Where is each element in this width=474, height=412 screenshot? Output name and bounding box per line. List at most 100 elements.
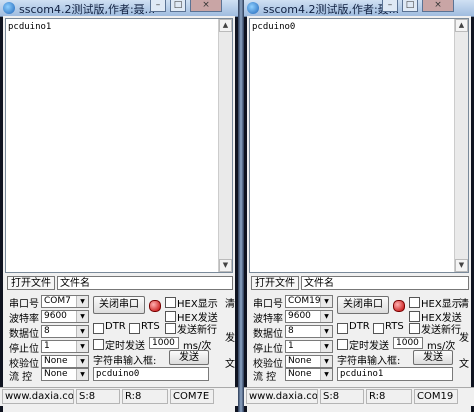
clear-edge-label[interactable]: 清 xyxy=(459,295,469,310)
minimize-button[interactable]: – xyxy=(150,0,166,12)
title-bar[interactable]: sscom4.2测试版,作者:聂... – □ × xyxy=(0,0,238,17)
window-title: sscom4.2测试版,作者:聂... xyxy=(19,3,156,16)
interval-input[interactable]: 1000 xyxy=(393,337,423,349)
file-name-field[interactable]: 文件名 xyxy=(301,276,469,290)
send-input[interactable]: pcduino0 xyxy=(93,367,209,381)
app-icon xyxy=(3,2,15,14)
port-label: 串口号 xyxy=(253,299,283,310)
dtr-checkbox[interactable] xyxy=(93,323,104,334)
hex-send-checkbox[interactable] xyxy=(409,311,420,322)
status-received: R:8 xyxy=(366,389,412,404)
vertical-scrollbar[interactable]: ▲ ▼ xyxy=(454,19,468,272)
stopbits-select[interactable]: 1 ▼ xyxy=(41,340,89,353)
send-newline-checkbox[interactable] xyxy=(409,323,420,334)
parity-select[interactable]: None ▼ xyxy=(285,355,333,368)
sscom-window-left: sscom4.2测试版,作者:聂... – □ × pcduino1 ▲ ▼ 打… xyxy=(0,0,238,412)
client-area: pcduino1 ▲ ▼ 打开文件 文件名 串口号 波特率 数据位 停止位 校验… xyxy=(3,16,235,412)
string-input-label: 字符串输入框: xyxy=(337,356,401,367)
interval-input[interactable]: 1000 xyxy=(149,337,179,349)
port-label: 串口号 xyxy=(9,299,39,310)
rts-checkbox[interactable] xyxy=(373,323,384,334)
vertical-scrollbar[interactable]: ▲ ▼ xyxy=(218,19,232,272)
status-received: R:8 xyxy=(122,389,168,404)
status-sent: S:8 xyxy=(76,389,120,404)
port-status-led-icon xyxy=(149,300,161,312)
close-button[interactable]: × xyxy=(422,0,454,12)
status-website: www.daxia.com xyxy=(246,389,318,404)
scroll-up-icon[interactable]: ▲ xyxy=(455,19,468,32)
scroll-down-icon[interactable]: ▼ xyxy=(455,259,468,272)
dtr-checkbox[interactable] xyxy=(337,323,348,334)
rts-label: RTS xyxy=(141,321,160,332)
chevron-down-icon: ▼ xyxy=(76,296,88,307)
send-newline-checkbox[interactable] xyxy=(165,323,176,334)
chevron-down-icon: ▼ xyxy=(320,341,332,352)
maximize-button[interactable]: □ xyxy=(170,0,186,12)
status-port: COM7E xyxy=(170,389,214,404)
app-icon xyxy=(247,2,259,14)
open-file-button[interactable]: 打开文件 xyxy=(251,276,299,290)
close-port-button[interactable]: 关闭串口 xyxy=(93,296,145,314)
baud-label: 波特率 xyxy=(9,314,39,325)
close-button[interactable]: × xyxy=(190,0,222,12)
chevron-down-icon: ▼ xyxy=(76,341,88,352)
status-bar: www.daxia.com S:8 R:8 COM19 xyxy=(244,387,474,406)
file-name-field[interactable]: 文件名 xyxy=(57,276,233,290)
databits-label: 数据位 xyxy=(9,329,39,340)
open-file-button[interactable]: 打开文件 xyxy=(7,276,55,290)
baud-select[interactable]: 9600 ▼ xyxy=(285,310,333,323)
rts-checkbox[interactable] xyxy=(129,323,140,334)
port-value: COM19 xyxy=(288,296,321,306)
receive-area[interactable]: pcduino1 ▲ ▼ xyxy=(5,18,233,273)
port-value: COM7 xyxy=(44,296,71,306)
chevron-down-icon: ▼ xyxy=(320,296,332,307)
send-button[interactable]: 发送 xyxy=(413,350,453,365)
send-button[interactable]: 发送 xyxy=(169,350,209,365)
close-port-button[interactable]: 关闭串口 xyxy=(337,296,389,314)
minimize-button[interactable]: – xyxy=(382,0,398,12)
send-edge-label[interactable]: 发 xyxy=(459,329,469,344)
port-select[interactable]: COM7 ▼ xyxy=(41,295,89,308)
scroll-up-icon[interactable]: ▲ xyxy=(219,19,232,32)
receive-area[interactable]: pcduino0 ▲ ▼ xyxy=(249,18,469,273)
port-select[interactable]: COM19 ▼ xyxy=(285,295,333,308)
hex-display-label: HEX显示 xyxy=(177,299,218,310)
timed-send-label: 定时发送 xyxy=(349,341,389,352)
databits-select[interactable]: 8 ▼ xyxy=(41,325,89,338)
flow-select[interactable]: None ▼ xyxy=(285,368,333,381)
baud-value: 9600 xyxy=(288,311,311,321)
baud-select[interactable]: 9600 ▼ xyxy=(41,310,89,323)
flow-select[interactable]: None ▼ xyxy=(41,368,89,381)
title-bar[interactable]: sscom4.2测试版,作者:聂... – □ × xyxy=(244,0,474,17)
scroll-down-icon[interactable]: ▼ xyxy=(219,259,232,272)
stopbits-select[interactable]: 1 ▼ xyxy=(285,340,333,353)
flow-value: None xyxy=(44,369,68,379)
maximize-button[interactable]: □ xyxy=(402,0,418,12)
rts-label: RTS xyxy=(385,321,404,332)
hex-display-label: HEX显示 xyxy=(421,299,462,310)
databits-select[interactable]: 8 ▼ xyxy=(285,325,333,338)
timed-send-checkbox[interactable] xyxy=(337,339,348,350)
file-edge-label[interactable]: 文 xyxy=(459,355,469,370)
sscom-window-right: sscom4.2测试版,作者:聂... – □ × pcduino0 ▲ ▼ 打… xyxy=(244,0,474,412)
dtr-label: DTR xyxy=(349,321,370,332)
file-edge-label[interactable]: 文 xyxy=(225,355,235,370)
parity-select[interactable]: None ▼ xyxy=(41,355,89,368)
send-input[interactable]: pcduino1 xyxy=(337,367,453,381)
receive-text: pcduino0 xyxy=(252,22,296,32)
status-bar: www.daxia.cor S:8 R:8 COM7E xyxy=(0,387,238,406)
stopbits-label: 停止位 xyxy=(253,344,283,355)
timed-send-checkbox[interactable] xyxy=(93,339,104,350)
send-newline-label: 发送新行 xyxy=(421,325,461,336)
receive-text: pcduino1 xyxy=(8,22,52,32)
baud-label: 波特率 xyxy=(253,314,283,325)
send-edge-label[interactable]: 发 xyxy=(225,329,235,344)
chevron-down-icon: ▼ xyxy=(320,311,332,322)
hex-send-checkbox[interactable] xyxy=(165,311,176,322)
clear-edge-label[interactable]: 清 xyxy=(225,295,235,310)
hex-display-checkbox[interactable] xyxy=(165,297,176,308)
chevron-down-icon: ▼ xyxy=(76,326,88,337)
stopbits-value: 1 xyxy=(288,341,294,351)
stopbits-label: 停止位 xyxy=(9,344,39,355)
hex-display-checkbox[interactable] xyxy=(409,297,420,308)
